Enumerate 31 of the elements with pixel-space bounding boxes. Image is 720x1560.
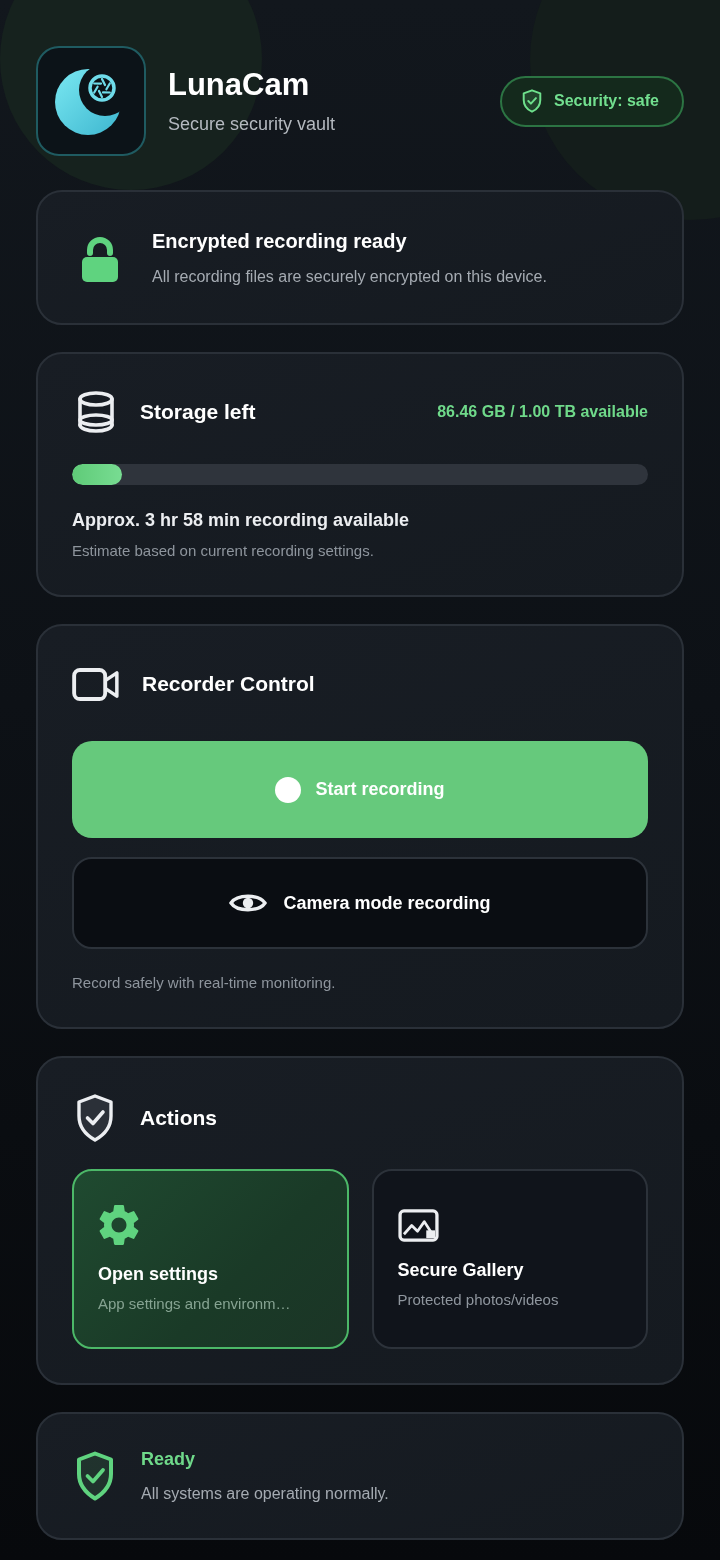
badge-label: Security: safe (554, 92, 659, 110)
tile-title: Open settings (98, 1263, 219, 1285)
shield-check-icon (76, 1094, 114, 1142)
gallery-tile[interactable]: Secure Gallery Protected photos/videos (371, 1169, 648, 1349)
tile-subtitle: Protected photos/videos (397, 1290, 560, 1310)
encryption-title: Encrypted recording ready (152, 228, 408, 253)
lock-icon (82, 237, 118, 282)
status-description: All systems are operating normally. (141, 1484, 389, 1504)
storage-capacity: 86.46 GB / 1.00 TB available (437, 403, 648, 421)
database-icon (76, 391, 116, 433)
image-icon (397, 1209, 439, 1242)
settings-icon (98, 1204, 140, 1246)
settings-tile[interactable]: Open settings App settings and environm… (72, 1169, 349, 1349)
shield-check-icon (76, 1451, 114, 1501)
app-subtitle: Secure security vault (168, 113, 337, 135)
app-logo-icon (36, 46, 146, 156)
estimate-note: Estimate based on current recording settings. (72, 541, 375, 561)
record-dot-icon (275, 776, 302, 803)
actions-title: Actions (140, 1106, 217, 1130)
encryption-description: All recording files are securely encrypted on this device. (152, 266, 547, 287)
shield-check-icon (522, 89, 542, 113)
camera-mode-button[interactable]: Camera mode recording (72, 857, 648, 949)
recording-estimate: Approx. 3 hr 58 min recording available (72, 509, 411, 531)
app-name: LunaCam (168, 67, 311, 103)
recorder-note: Record safely with real-time monitoring. (72, 973, 337, 993)
recorder-title: Recorder Control (142, 672, 315, 696)
storage-title: Storage left (140, 400, 256, 424)
status-title: Ready (141, 1448, 197, 1470)
tile-title: Secure Gallery (397, 1259, 525, 1281)
video-camera-icon (72, 667, 119, 701)
tile-subtitle: App settings and environm… (98, 1294, 292, 1314)
